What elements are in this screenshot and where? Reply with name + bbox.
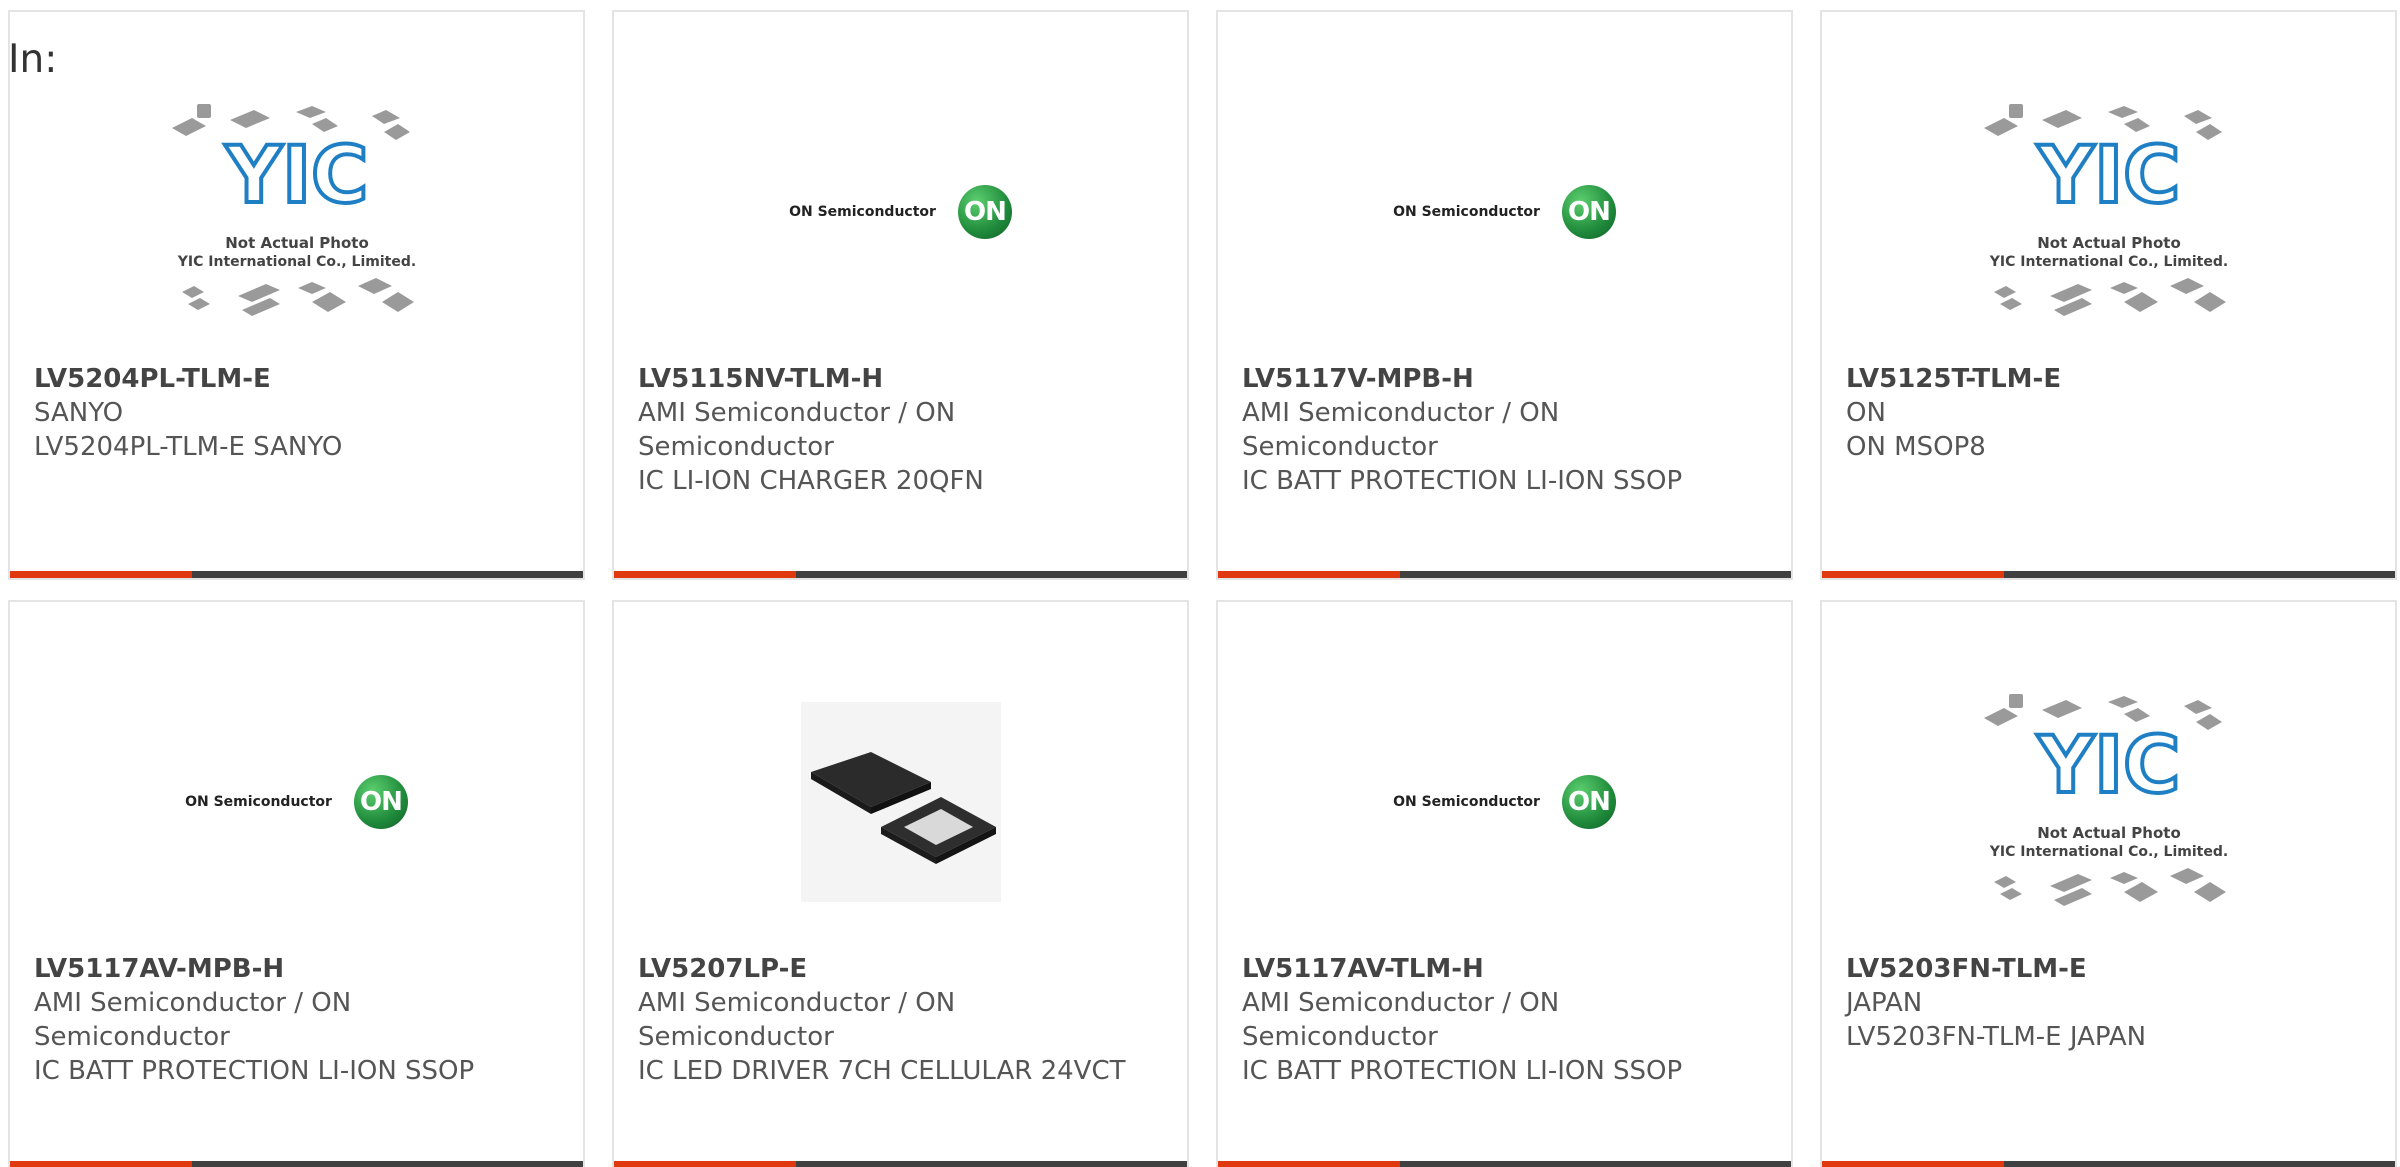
- product-info: LV5115NV-TLM-H AMI Semiconductor / ON Se…: [638, 362, 1157, 498]
- part-number-link[interactable]: LV5125T-TLM-E: [1846, 362, 2365, 396]
- part-number-link[interactable]: LV5117AV-TLM-H: [1242, 952, 1761, 986]
- manufacturer: AMI Semiconductor / ON Semiconductor: [1242, 988, 1560, 1052]
- description: IC LI-ION CHARGER 20QFN: [638, 466, 984, 496]
- on-semiconductor-logo-icon: ON Semiconductor ON: [789, 185, 1012, 239]
- svg-text:YIC International Co., Limited: YIC International Co., Limited.: [176, 254, 415, 270]
- part-number-link[interactable]: LV5117V-MPB-H: [1242, 362, 1761, 396]
- description: ON MSOP8: [1846, 432, 1986, 462]
- product-card[interactable]: ON Semiconductor ON LV5117V-MPB-H AMI Se…: [1216, 10, 1793, 580]
- card-bottom-bar: [1822, 1161, 2395, 1167]
- part-number-link[interactable]: LV5203FN-TLM-E: [1846, 952, 2365, 986]
- description: IC BATT PROTECTION LI-ION SSOP: [1242, 1056, 1683, 1086]
- manufacturer: SANYO: [34, 398, 124, 428]
- product-image[interactable]: ON Semiconductor ON: [614, 92, 1187, 332]
- product-info: LV5125T-TLM-E ON ON MSOP8: [1846, 362, 2365, 464]
- manufacturer: ON: [1846, 398, 1886, 428]
- product-card[interactable]: YIC Not Actual Photo YIC International C…: [1820, 600, 2397, 1167]
- card-bottom-bar: [1218, 1161, 1791, 1167]
- product-image[interactable]: YIC Not Actual Photo YIC International C…: [10, 92, 583, 332]
- product-card[interactable]: ON Semiconductor ON LV5117AV-TLM-H AMI S…: [1216, 600, 1793, 1167]
- description: IC LED DRIVER 7CH CELLULAR 24VCT: [638, 1056, 1126, 1086]
- product-card[interactable]: ON Semiconductor ON LV5117AV-MPB-H AMI S…: [8, 600, 585, 1167]
- product-info: LV5207LP-E AMI Semiconductor / ON Semico…: [638, 952, 1157, 1088]
- product-card[interactable]: YIC Not Actual Photo YIC International C…: [1820, 10, 2397, 580]
- product-image[interactable]: ON Semiconductor ON: [1218, 682, 1791, 922]
- description: LV5204PL-TLM-E SANYO: [34, 432, 343, 462]
- product-info: LV5117AV-TLM-H AMI Semiconductor / ON Se…: [1242, 952, 1761, 1088]
- in-heading: In:: [8, 37, 58, 82]
- svg-text:Not Actual Photo: Not Actual Photo: [2037, 234, 2181, 252]
- product-info: LV5203FN-TLM-E JAPAN LV5203FN-TLM-E JAPA…: [1846, 952, 2365, 1054]
- on-semiconductor-logo-icon: ON Semiconductor ON: [1393, 185, 1616, 239]
- manufacturer: AMI Semiconductor / ON Semiconductor: [638, 398, 956, 462]
- description: IC BATT PROTECTION LI-ION SSOP: [1242, 466, 1683, 496]
- yic-letters: YIC: [224, 131, 368, 221]
- on-semiconductor-logo-icon: ON Semiconductor ON: [185, 775, 408, 829]
- qfn-chip-icon: [800, 702, 1001, 902]
- yic-letters: YIC: [2036, 721, 2180, 811]
- card-bottom-bar: [1822, 571, 2395, 578]
- product-info: LV5117V-MPB-H AMI Semiconductor / ON Sem…: [1242, 362, 1761, 498]
- manufacturer: AMI Semiconductor / ON Semiconductor: [34, 988, 352, 1052]
- manufacturer: AMI Semiconductor / ON Semiconductor: [638, 988, 956, 1052]
- part-number-link[interactable]: LV5204PL-TLM-E: [34, 362, 553, 396]
- description: LV5203FN-TLM-E JAPAN: [1846, 1022, 2147, 1052]
- product-card[interactable]: YIC Not Actual Photo YIC International C…: [8, 10, 585, 580]
- svg-text:Not Actual Photo: Not Actual Photo: [2037, 824, 2181, 842]
- description: IC BATT PROTECTION LI-ION SSOP: [34, 1056, 475, 1086]
- svg-text:Not Actual Photo: Not Actual Photo: [225, 234, 369, 252]
- yic-letters: YIC: [2036, 131, 2180, 221]
- card-bottom-bar: [10, 571, 583, 578]
- card-bottom-bar: [614, 571, 1187, 578]
- svg-text:YIC International Co., Limited: YIC International Co., Limited.: [1988, 254, 2227, 270]
- product-image[interactable]: YIC Not Actual Photo YIC International C…: [1822, 92, 2395, 332]
- svg-text:YIC International Co., Limited: YIC International Co., Limited.: [1988, 844, 2227, 860]
- manufacturer: JAPAN: [1846, 988, 1923, 1018]
- yic-placeholder-icon: YIC Not Actual Photo YIC International C…: [1983, 104, 2228, 316]
- yic-placeholder-icon: YIC Not Actual Photo YIC International C…: [171, 104, 416, 316]
- product-card[interactable]: ON Semiconductor ON LV5115NV-TLM-H AMI S…: [612, 10, 1189, 580]
- product-image[interactable]: YIC Not Actual Photo YIC International C…: [1822, 682, 2395, 922]
- product-info: LV5117AV-MPB-H AMI Semiconductor / ON Se…: [34, 952, 553, 1088]
- yic-placeholder-icon: YIC Not Actual Photo YIC International C…: [1983, 694, 2228, 906]
- product-grid-page: In: YIC Not Actual Photo YIC Internation…: [0, 0, 2400, 1167]
- card-bottom-bar: [10, 1161, 583, 1167]
- part-number-link[interactable]: LV5115NV-TLM-H: [638, 362, 1157, 396]
- product-image[interactable]: ON Semiconductor ON: [1218, 92, 1791, 332]
- card-bottom-bar: [1218, 571, 1791, 578]
- product-image[interactable]: [614, 682, 1187, 922]
- card-bottom-bar: [614, 1161, 1187, 1167]
- on-semiconductor-logo-icon: ON Semiconductor ON: [1393, 775, 1616, 829]
- manufacturer: AMI Semiconductor / ON Semiconductor: [1242, 398, 1560, 462]
- part-number-link[interactable]: LV5117AV-MPB-H: [34, 952, 553, 986]
- product-card[interactable]: LV5207LP-E AMI Semiconductor / ON Semico…: [612, 600, 1189, 1167]
- product-image[interactable]: ON Semiconductor ON: [10, 682, 583, 922]
- part-number-link[interactable]: LV5207LP-E: [638, 952, 1157, 986]
- product-info: LV5204PL-TLM-E SANYO LV5204PL-TLM-E SANY…: [34, 362, 553, 464]
